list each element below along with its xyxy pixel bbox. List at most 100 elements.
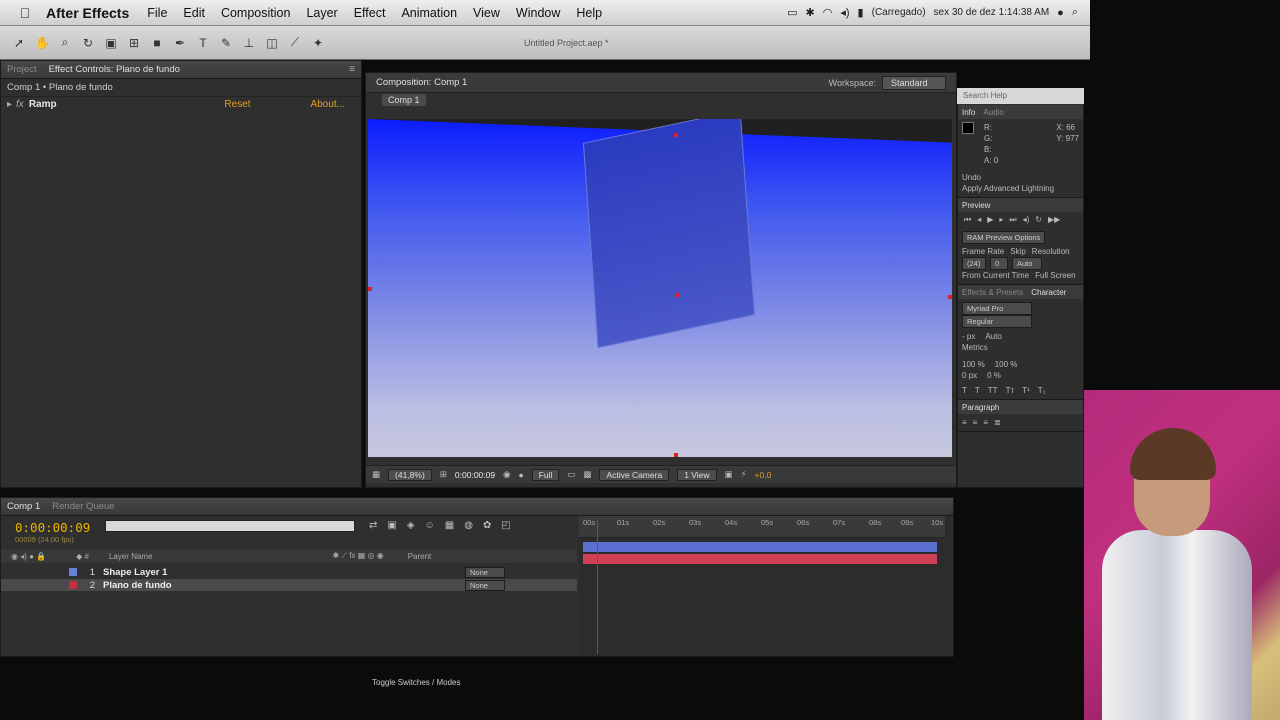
menu-layer[interactable]: Layer: [306, 6, 337, 20]
type-tool-icon[interactable]: T: [196, 36, 210, 50]
menu-edit[interactable]: Edit: [183, 6, 205, 20]
tab-effect-controls[interactable]: Effect Controls: Plano de fundo: [49, 64, 180, 75]
battery-icon[interactable]: ▮: [858, 6, 864, 19]
tab-preview[interactable]: Preview: [962, 201, 990, 210]
timeline-search-input[interactable]: [105, 520, 355, 532]
shy-icon[interactable]: ☺: [425, 520, 435, 531]
layer-handle[interactable]: [676, 293, 680, 297]
toggle-switches-modes-button[interactable]: Toggle Switches / Modes: [372, 678, 461, 687]
color-channel-icon[interactable]: ●: [519, 470, 524, 480]
layer-label-color[interactable]: [69, 581, 77, 589]
region-of-interest-icon[interactable]: ▭: [567, 469, 575, 480]
menu-animation[interactable]: Animation: [401, 6, 457, 20]
layer-handle[interactable]: [674, 133, 678, 137]
menu-composition[interactable]: Composition: [221, 6, 290, 20]
live-update-icon[interactable]: ▣: [387, 520, 396, 531]
tab-audio[interactable]: Audio: [983, 108, 1003, 117]
all-caps-icon[interactable]: TT: [988, 385, 998, 396]
graph-editor-icon[interactable]: ◰: [501, 520, 510, 531]
puppet-tool-icon[interactable]: ✦: [311, 36, 325, 50]
spotlight-icon[interactable]: ⌕: [1072, 6, 1078, 19]
frame-blending-icon[interactable]: ▦: [445, 520, 454, 531]
disclosure-triangle-icon[interactable]: ▸: [7, 99, 12, 110]
col-parent[interactable]: Parent: [408, 552, 432, 561]
menu-file[interactable]: File: [147, 6, 167, 20]
tab-render-queue[interactable]: Render Queue: [52, 501, 114, 512]
layer-handle[interactable]: [674, 453, 678, 457]
baseline-shift-field[interactable]: 0 px: [962, 370, 977, 381]
app-menu[interactable]: After Effects: [46, 5, 129, 21]
superscript-icon[interactable]: T¹: [1022, 385, 1030, 396]
exposure-value[interactable]: +0,0: [755, 470, 772, 480]
full-screen-checkbox[interactable]: Full Screen: [1035, 270, 1075, 281]
ram-preview-options-select[interactable]: RAM Preview Options: [962, 231, 1046, 244]
draft-3d-icon[interactable]: ◈: [407, 520, 415, 531]
layer-row[interactable]: 2 Plano de fundo None: [1, 579, 577, 591]
zoom-select[interactable]: (41,8%): [388, 468, 432, 481]
hand-tool-icon[interactable]: ✋: [35, 36, 50, 50]
fx-icon[interactable]: fx: [16, 99, 24, 110]
menu-help[interactable]: Help: [576, 6, 602, 20]
align-right-icon[interactable]: ≡: [983, 417, 988, 428]
rectangle-tool-icon[interactable]: ■: [150, 36, 164, 50]
comp-mini-flowchart-icon[interactable]: ⇄: [369, 520, 377, 531]
font-size-field[interactable]: - px: [962, 331, 975, 342]
user-icon[interactable]: ●: [1057, 7, 1064, 19]
volume-icon[interactable]: ◂): [840, 6, 849, 19]
tab-composition[interactable]: Composition: Comp 1: [376, 77, 467, 88]
effect-row-ramp[interactable]: ▸ fx Ramp Reset About...: [1, 97, 361, 112]
font-family-select[interactable]: Myriad Pro: [962, 302, 1032, 315]
zoom-tool-icon[interactable]: ⌕: [58, 35, 72, 50]
timeline-current-time[interactable]: 0:00:00:09: [15, 520, 90, 535]
last-frame-icon[interactable]: ⏭: [1009, 215, 1016, 225]
roto-brush-icon[interactable]: ⟋: [288, 35, 302, 50]
layer-handle[interactable]: [948, 295, 952, 299]
camera-snapshot-icon[interactable]: ◉: [503, 469, 510, 480]
horizontal-scale-field[interactable]: 100 %: [995, 359, 1018, 370]
layer-bar-plano-de-fundo[interactable]: [583, 554, 937, 564]
current-time-indicator[interactable]: [597, 520, 598, 654]
camera-select[interactable]: Active Camera: [599, 468, 670, 481]
from-current-time-checkbox[interactable]: From Current Time: [962, 270, 1029, 281]
layer-handle[interactable]: [368, 287, 372, 291]
loop-icon[interactable]: ↻: [1035, 215, 1042, 225]
clock[interactable]: sex 30 de dez 1:14:38 AM: [934, 7, 1050, 18]
snapshot-icon[interactable]: ▦: [372, 469, 380, 480]
small-caps-icon[interactable]: Tт: [1006, 385, 1015, 396]
col-layer-name[interactable]: Layer Name: [109, 552, 153, 561]
resolution-select[interactable]: Full: [531, 468, 560, 481]
view-layout-select[interactable]: 1 View: [677, 468, 717, 481]
composition-viewer[interactable]: [368, 119, 952, 457]
tab-paragraph[interactable]: Paragraph: [962, 403, 999, 412]
tsume-field[interactable]: 0 %: [987, 370, 1001, 381]
faux-bold-icon[interactable]: T: [962, 385, 967, 396]
display-icon[interactable]: ▭: [787, 6, 797, 19]
pixel-aspect-icon[interactable]: ▣: [725, 469, 733, 480]
subscript-icon[interactable]: T₁: [1038, 385, 1046, 396]
search-help-input[interactable]: Search Help: [957, 88, 1084, 104]
workspace-select[interactable]: Standard: [882, 75, 946, 90]
tab-project[interactable]: Project: [7, 64, 37, 75]
grid-icon[interactable]: ⊞: [440, 469, 447, 480]
leading-field[interactable]: Auto: [985, 331, 1001, 342]
eraser-tool-icon[interactable]: ◫: [265, 36, 279, 50]
layer-name[interactable]: Plano de fundo: [103, 580, 323, 591]
previous-frame-icon[interactable]: ◂: [977, 215, 981, 225]
justify-icon[interactable]: ≣: [994, 417, 1001, 428]
kerning-field[interactable]: Metrics: [962, 342, 988, 353]
fast-preview-icon[interactable]: ⚡: [741, 469, 747, 480]
shape-layer-rectangle[interactable]: [582, 119, 756, 349]
rotate-tool-icon[interactable]: ↻: [81, 36, 95, 50]
current-time[interactable]: 0:00:00:09: [455, 470, 495, 480]
vertical-scale-field[interactable]: 100 %: [962, 359, 985, 370]
tab-effects-presets[interactable]: Effects & Presets: [962, 288, 1023, 297]
pan-behind-tool-icon[interactable]: ⊞: [127, 36, 141, 50]
next-frame-icon[interactable]: ▸: [999, 215, 1003, 225]
frame-rate-select[interactable]: (24): [962, 257, 986, 270]
pen-tool-icon[interactable]: ✒: [173, 36, 187, 50]
menu-effect[interactable]: Effect: [354, 6, 386, 20]
parent-select[interactable]: None: [465, 566, 505, 578]
camera-tool-icon[interactable]: ▣: [104, 36, 118, 50]
parent-select[interactable]: None: [465, 579, 505, 591]
transparency-grid-icon[interactable]: ▩: [583, 469, 591, 480]
